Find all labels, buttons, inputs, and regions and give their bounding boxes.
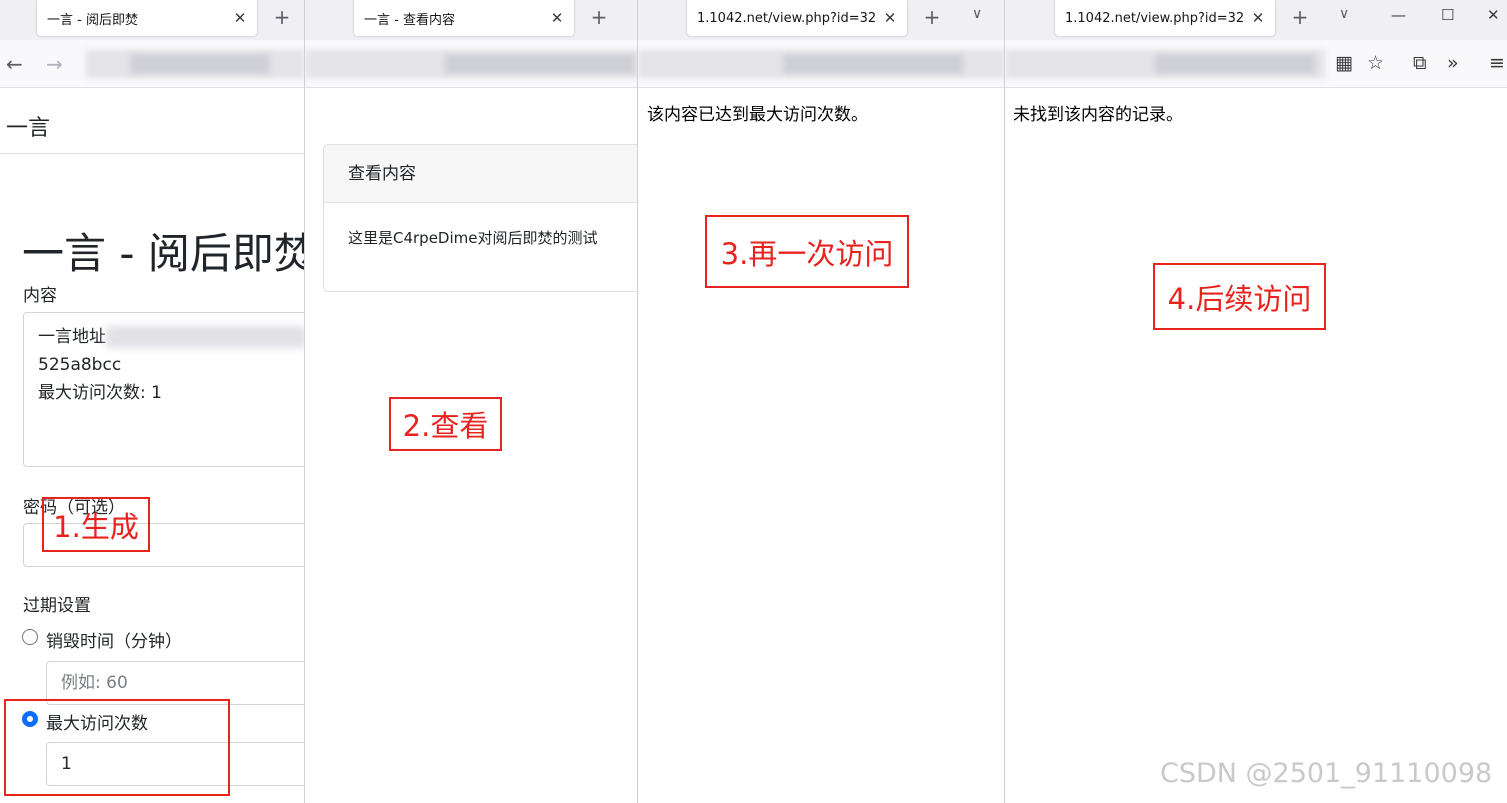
navigation-toolbar: ← → <box>0 40 304 88</box>
puzzle-icon[interactable]: ⧉ <box>1413 52 1427 74</box>
annotation-step-1: 1.生成 <box>42 497 150 552</box>
address-blurred <box>106 326 304 348</box>
card-body: 这里是C4rpeDime对阅后即焚的测试 <box>348 229 598 247</box>
tab-strip: 1.1042.net/view.php?id=32 ✕ + ∨ <box>638 0 1004 40</box>
tab-strip: 一言 - 查看内容 ✕ + <box>305 0 637 40</box>
navbar-brand[interactable]: 一言 <box>6 110 50 142</box>
tab-strip: 一言 - 阅后即焚 ✕ + <box>0 0 304 40</box>
tab-later-visit[interactable]: 1.1042.net/view.php?id=32 ✕ <box>1055 0 1275 36</box>
double-chevron-icon[interactable]: » <box>1447 52 1459 74</box>
forward-arrow-icon[interactable]: → <box>46 52 63 76</box>
card-header: 查看内容 <box>324 145 637 203</box>
content-card: 查看内容 这里是C4rpeDime对阅后即焚的测试 <box>323 144 637 292</box>
page-title: 一言 - 阅后即焚 <box>22 229 304 278</box>
screenshot-composite: 一言 - 阅后即焚 ✕ + ← → 一言 一言 - 阅后即焚 内容 一言地址 5… <box>0 0 1507 803</box>
tab-revisit[interactable]: 1.1042.net/view.php?id=32 ✕ <box>687 0 907 36</box>
content-label: 内容 <box>23 286 57 306</box>
browser-window-later-visit: 1.1042.net/view.php?id=32 ✕ + ∨ — ☐ ✕ ▦ … <box>1004 0 1507 803</box>
address-text-blurred <box>445 54 635 74</box>
close-icon[interactable]: ✕ <box>548 9 566 27</box>
plus-icon[interactable]: + <box>268 4 296 32</box>
browser-window-create: 一言 - 阅后即焚 ✕ + ← → 一言 一言 - 阅后即焚 内容 一言地址 5… <box>0 0 304 803</box>
tab-view[interactable]: 一言 - 查看内容 ✕ <box>354 0 574 36</box>
star-icon[interactable]: ☆ <box>1367 52 1384 74</box>
close-icon[interactable]: ✕ <box>231 9 249 27</box>
browser-window-revisit: 1.1042.net/view.php?id=32 ✕ + ∨ 该内容已达到最大… <box>637 0 1004 803</box>
content-line-visits: 最大访问次数: 1 <box>38 383 162 403</box>
tab-title: 1.1042.net/view.php?id=32 <box>697 10 877 26</box>
chevron-down-icon[interactable]: ∨ <box>1339 6 1349 22</box>
address-text-blurred <box>130 54 270 74</box>
tab-create[interactable]: 一言 - 阅后即焚 ✕ <box>37 0 257 36</box>
annotation-step-4: 4.后续访问 <box>1153 263 1326 330</box>
radio-destroy-minutes-label[interactable]: 销毁时间（分钟） <box>46 627 182 652</box>
tab-strip: 1.1042.net/view.php?id=32 ✕ + ∨ — ☐ ✕ <box>1005 0 1507 40</box>
not-found-message: 未找到该内容的记录。 <box>1013 105 1183 125</box>
close-icon[interactable]: ✕ <box>881 9 899 27</box>
maximize-icon[interactable]: ☐ <box>1441 6 1454 24</box>
address-text-blurred <box>1155 54 1315 74</box>
minimize-icon[interactable]: — <box>1391 6 1406 24</box>
plus-icon[interactable]: + <box>1286 4 1314 32</box>
watermark: CSDN @2501_91110098 <box>1160 758 1493 789</box>
content-textarea[interactable]: 一言地址 525a8bcc 最大访问次数: 1 <box>23 312 304 467</box>
tab-title: 1.1042.net/view.php?id=32 <box>1065 10 1245 26</box>
window-close-icon[interactable]: ✕ <box>1487 6 1500 24</box>
tab-title: 一言 - 阅后即焚 <box>47 12 138 28</box>
plus-icon[interactable]: + <box>918 4 946 32</box>
back-arrow-icon[interactable]: ← <box>6 52 23 76</box>
navigation-toolbar <box>638 40 1004 88</box>
content-line-address: 一言地址 <box>38 323 304 351</box>
annotation-step-3: 3.再一次访问 <box>705 215 909 288</box>
navbar-divider <box>0 153 304 154</box>
chevron-down-icon[interactable]: ∨ <box>972 6 982 22</box>
navigation-toolbar: ▦ ☆ ⧉ » ≡ <box>1005 40 1507 88</box>
plus-icon[interactable]: + <box>585 4 613 32</box>
qr-code-icon[interactable]: ▦ <box>1335 52 1353 74</box>
annotation-max-visits-highlight <box>4 699 230 796</box>
navigation-toolbar <box>305 40 637 88</box>
annotation-step-2: 2.查看 <box>389 397 502 451</box>
minutes-placeholder: 例如: 60 <box>61 673 128 693</box>
expiry-label: 过期设置 <box>23 596 91 616</box>
hamburger-icon[interactable]: ≡ <box>1489 52 1505 74</box>
content-line-id: 525a8bcc <box>38 355 122 375</box>
tab-title: 一言 - 查看内容 <box>364 12 455 28</box>
address-text-blurred <box>783 54 963 74</box>
radio-destroy-minutes[interactable] <box>22 629 38 645</box>
close-icon[interactable]: ✕ <box>1249 9 1267 27</box>
max-visits-message: 该内容已达到最大访问次数。 <box>647 105 868 125</box>
